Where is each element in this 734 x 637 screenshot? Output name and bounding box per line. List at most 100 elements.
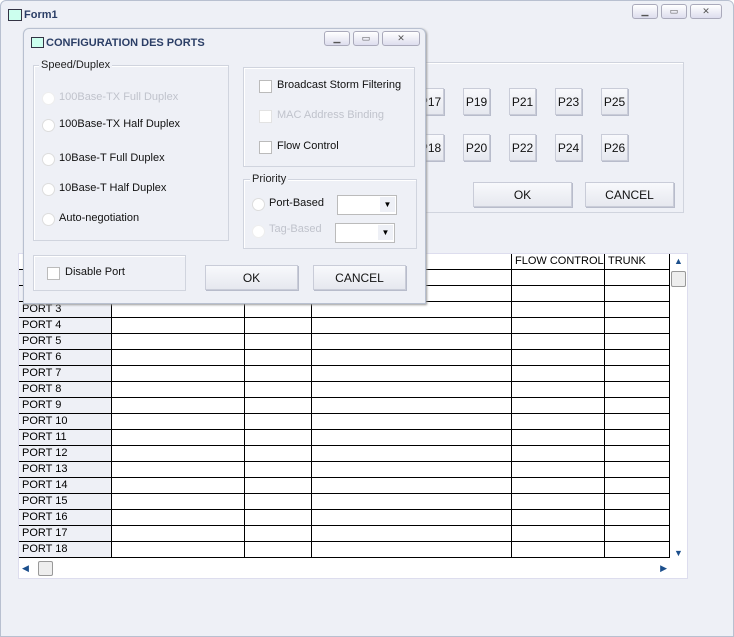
port-button-p22[interactable]: P22	[509, 134, 536, 161]
grid-cell[interactable]	[245, 478, 312, 494]
grid-cell[interactable]	[512, 494, 605, 510]
speed-radio[interactable]	[42, 183, 55, 196]
dialog-ok-button[interactable]: OK	[205, 265, 298, 290]
grid-cell[interactable]	[605, 542, 670, 558]
speed-radio[interactable]	[42, 213, 55, 226]
grid-cell[interactable]	[312, 430, 512, 446]
port-button-p20[interactable]: P20	[463, 134, 490, 161]
scroll-thumb[interactable]	[671, 271, 686, 287]
vertical-scrollbar[interactable]: ▲ ▼	[670, 254, 687, 560]
column-header[interactable]: FLOW CONTROL	[512, 254, 605, 270]
grid-cell[interactable]	[605, 462, 670, 478]
grid-cell[interactable]	[245, 366, 312, 382]
grid-cell[interactable]	[245, 510, 312, 526]
grid-cell[interactable]	[605, 414, 670, 430]
grid-cell[interactable]	[312, 318, 512, 334]
grid-cell[interactable]	[605, 510, 670, 526]
grid-cell[interactable]	[312, 398, 512, 414]
grid-cell[interactable]	[512, 398, 605, 414]
grid-cell[interactable]	[112, 462, 245, 478]
port-button-p26[interactable]: P26	[601, 134, 628, 161]
grid-cell[interactable]	[312, 382, 512, 398]
scroll-left-icon[interactable]: ◀	[22, 563, 29, 574]
main-ok-button[interactable]: OK	[473, 182, 572, 207]
grid-cell[interactable]	[112, 510, 245, 526]
grid-cell[interactable]	[245, 414, 312, 430]
grid-cell[interactable]	[112, 350, 245, 366]
grid-cell[interactable]	[312, 414, 512, 430]
grid-cell[interactable]	[512, 430, 605, 446]
grid-cell[interactable]	[512, 382, 605, 398]
grid-cell[interactable]	[605, 366, 670, 382]
grid-cell[interactable]	[512, 334, 605, 350]
grid-cell[interactable]	[112, 382, 245, 398]
grid-cell[interactable]	[605, 446, 670, 462]
grid-cell[interactable]	[245, 462, 312, 478]
port-based-select[interactable]: ▼	[337, 195, 397, 215]
maximize-icon[interactable]: ▭	[661, 4, 687, 19]
hscroll-thumb[interactable]	[38, 561, 53, 576]
scroll-right-icon[interactable]: ▶	[660, 563, 667, 574]
grid-cell[interactable]	[112, 542, 245, 558]
grid-cell[interactable]	[312, 366, 512, 382]
dialog-minimize-icon[interactable]: ▁	[324, 31, 350, 46]
grid-cell[interactable]	[112, 446, 245, 462]
grid-cell[interactable]	[312, 478, 512, 494]
speed-radio[interactable]	[42, 119, 55, 132]
dialog-maximize-icon[interactable]: ▭	[353, 31, 379, 46]
grid-cell[interactable]	[512, 350, 605, 366]
grid-cell[interactable]	[312, 510, 512, 526]
port-button-p25[interactable]: P25	[601, 88, 628, 115]
grid-cell[interactable]	[112, 302, 245, 318]
grid-cell[interactable]	[512, 302, 605, 318]
grid-cell[interactable]	[605, 494, 670, 510]
grid-cell[interactable]	[312, 334, 512, 350]
grid-cell[interactable]	[245, 542, 312, 558]
grid-cell[interactable]	[605, 318, 670, 334]
column-header[interactable]: TRUNK	[605, 254, 670, 270]
grid-cell[interactable]	[312, 302, 512, 318]
dialog-cancel-button[interactable]: CANCEL	[313, 265, 406, 290]
grid-cell[interactable]	[605, 526, 670, 542]
speed-radio[interactable]	[42, 153, 55, 166]
scroll-up-icon[interactable]: ▲	[670, 256, 687, 266]
grid-cell[interactable]	[312, 542, 512, 558]
grid-cell[interactable]	[605, 350, 670, 366]
grid-cell[interactable]	[512, 446, 605, 462]
grid-cell[interactable]	[112, 318, 245, 334]
grid-cell[interactable]	[112, 366, 245, 382]
main-cancel-button[interactable]: CANCEL	[585, 182, 674, 207]
dialog-close-icon[interactable]: ✕	[382, 31, 420, 46]
grid-cell[interactable]	[605, 430, 670, 446]
grid-cell[interactable]	[512, 270, 605, 286]
grid-cell[interactable]	[605, 302, 670, 318]
port-button-p19[interactable]: P19	[463, 88, 490, 115]
feature-checkbox[interactable]	[259, 141, 272, 154]
grid-cell[interactable]	[112, 334, 245, 350]
grid-cell[interactable]	[245, 398, 312, 414]
grid-cell[interactable]	[245, 446, 312, 462]
grid-cell[interactable]	[245, 350, 312, 366]
grid-cell[interactable]	[512, 478, 605, 494]
disable-port-checkbox[interactable]	[47, 267, 60, 280]
grid-cell[interactable]	[245, 318, 312, 334]
grid-cell[interactable]	[245, 526, 312, 542]
grid-cell[interactable]	[245, 302, 312, 318]
grid-cell[interactable]	[605, 398, 670, 414]
grid-cell[interactable]	[312, 350, 512, 366]
grid-cell[interactable]	[605, 270, 670, 286]
grid-cell[interactable]	[245, 382, 312, 398]
grid-cell[interactable]	[512, 462, 605, 478]
port-button-p21[interactable]: P21	[509, 88, 536, 115]
grid-cell[interactable]	[112, 430, 245, 446]
grid-cell[interactable]	[512, 366, 605, 382]
grid-cell[interactable]	[312, 446, 512, 462]
grid-cell[interactable]	[112, 414, 245, 430]
grid-cell[interactable]	[112, 494, 245, 510]
grid-cell[interactable]	[512, 510, 605, 526]
port-button-p23[interactable]: P23	[555, 88, 582, 115]
grid-cell[interactable]	[512, 526, 605, 542]
grid-cell[interactable]	[245, 430, 312, 446]
horizontal-scrollbar[interactable]: ◀ ▶	[19, 560, 670, 577]
grid-cell[interactable]	[312, 526, 512, 542]
